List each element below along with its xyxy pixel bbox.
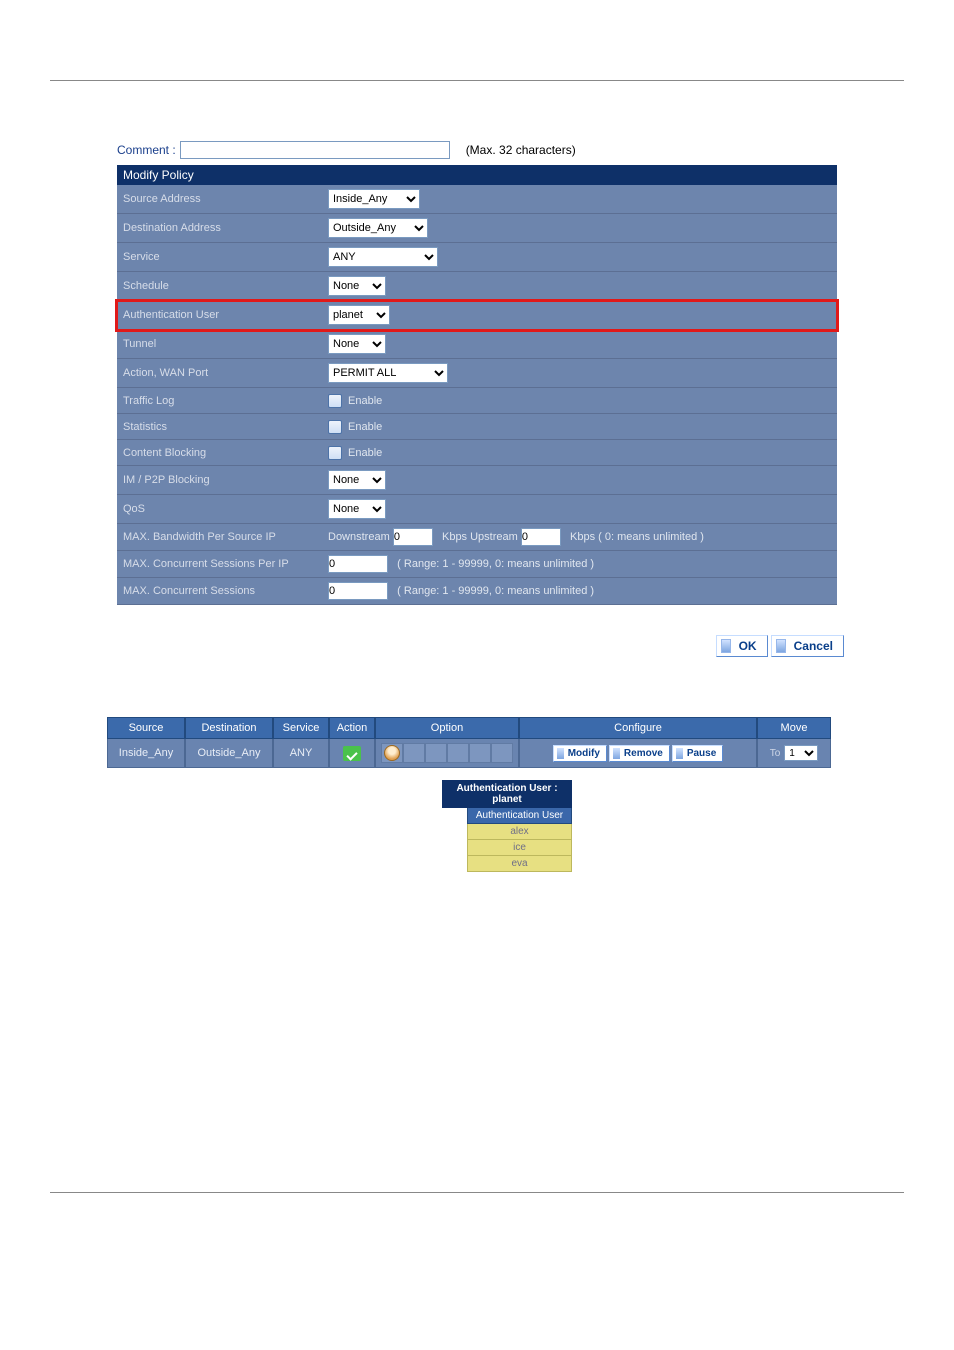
action-wan-select[interactable]: PERMIT ALL bbox=[328, 363, 448, 383]
statistics-checkbox[interactable] bbox=[328, 420, 342, 434]
max-sess-ip-input[interactable] bbox=[328, 555, 388, 573]
auth-user-select[interactable]: planet bbox=[328, 305, 390, 325]
schedule-select[interactable]: None bbox=[328, 276, 386, 296]
downstream-input[interactable] bbox=[393, 528, 433, 546]
tooltip-user: alex bbox=[467, 824, 572, 840]
col-configure: Configure bbox=[519, 717, 757, 739]
max-sess-ip-label: MAX. Concurrent Sessions Per IP bbox=[117, 551, 322, 578]
action-wan-label: Action, WAN Port bbox=[117, 359, 322, 388]
upstream-label: Kbps Upstream bbox=[442, 531, 518, 543]
qos-label: QoS bbox=[117, 495, 322, 524]
remove-button[interactable]: Remove bbox=[609, 745, 670, 762]
modify-button[interactable]: Modify bbox=[553, 745, 607, 762]
auth-user-tooltip: Authentication User : planet Authenticat… bbox=[442, 780, 572, 872]
row-configure: Modify Remove Pause bbox=[519, 739, 757, 768]
source-address-select[interactable]: Inside_Any bbox=[328, 189, 420, 209]
max-sess-ip-hint: ( Range: 1 - 99999, 0: means unlimited ) bbox=[397, 558, 594, 570]
section-header: Modify Policy bbox=[117, 165, 837, 185]
bw-suffix: Kbps ( 0: means unlimited ) bbox=[570, 531, 704, 543]
pause-button[interactable]: Pause bbox=[672, 745, 723, 762]
move-select[interactable]: 1 bbox=[784, 745, 818, 761]
downstream-label: Downstream bbox=[328, 531, 390, 543]
statistics-label: Statistics bbox=[117, 414, 322, 440]
source-address-label: Source Address bbox=[117, 185, 322, 214]
row-move: To 1 bbox=[757, 739, 831, 768]
destination-address-select[interactable]: Outside_Any bbox=[328, 218, 428, 238]
row-destination: Outside_Any bbox=[185, 739, 273, 768]
tunnel-label: Tunnel bbox=[117, 330, 322, 359]
im-p2p-select[interactable]: None bbox=[328, 470, 386, 490]
col-option: Option bbox=[375, 717, 519, 739]
comment-input[interactable] bbox=[180, 141, 450, 159]
max-sess-hint: ( Range: 1 - 99999, 0: means unlimited ) bbox=[397, 585, 594, 597]
tooltip-user: eva bbox=[467, 856, 572, 872]
upstream-input[interactable] bbox=[521, 528, 561, 546]
traffic-log-label: Traffic Log bbox=[117, 388, 322, 414]
ok-button[interactable]: OK bbox=[716, 635, 768, 657]
auth-user-label: Authentication User bbox=[117, 301, 322, 330]
max-bw-label: MAX. Bandwidth Per Source IP bbox=[117, 524, 322, 551]
tunnel-select[interactable]: None bbox=[328, 334, 386, 354]
row-source: Inside_Any bbox=[107, 739, 185, 768]
permit-icon bbox=[343, 746, 361, 761]
row-option bbox=[375, 739, 519, 768]
cancel-button[interactable]: Cancel bbox=[771, 635, 844, 657]
traffic-log-checkbox[interactable] bbox=[328, 394, 342, 408]
service-select[interactable]: ANY bbox=[328, 247, 438, 267]
destination-address-label: Destination Address bbox=[117, 214, 322, 243]
tooltip-header: Authentication User bbox=[467, 808, 572, 824]
col-destination: Destination bbox=[185, 717, 273, 739]
row-action bbox=[329, 739, 375, 768]
col-service: Service bbox=[273, 717, 329, 739]
statistics-enable: Enable bbox=[348, 420, 382, 432]
im-p2p-label: IM / P2P Blocking bbox=[117, 466, 322, 495]
max-sess-input[interactable] bbox=[328, 582, 388, 600]
service-label: Service bbox=[117, 243, 322, 272]
comment-hint: (Max. 32 characters) bbox=[466, 143, 576, 157]
qos-select[interactable]: None bbox=[328, 499, 386, 519]
tooltip-user: ice bbox=[467, 840, 572, 856]
max-sess-label: MAX. Concurrent Sessions bbox=[117, 578, 322, 605]
col-move: Move bbox=[757, 717, 831, 739]
col-source: Source bbox=[107, 717, 185, 739]
user-icon bbox=[384, 745, 400, 761]
schedule-label: Schedule bbox=[117, 272, 322, 301]
traffic-log-enable: Enable bbox=[348, 394, 382, 406]
move-to-label: To bbox=[770, 748, 781, 759]
content-blocking-label: Content Blocking bbox=[117, 440, 322, 466]
row-service: ANY bbox=[273, 739, 329, 768]
col-action: Action bbox=[329, 717, 375, 739]
comment-label: Comment : bbox=[117, 143, 176, 157]
content-blocking-enable: Enable bbox=[348, 446, 382, 458]
content-blocking-checkbox[interactable] bbox=[328, 446, 342, 460]
tooltip-title: Authentication User : planet bbox=[442, 780, 572, 808]
